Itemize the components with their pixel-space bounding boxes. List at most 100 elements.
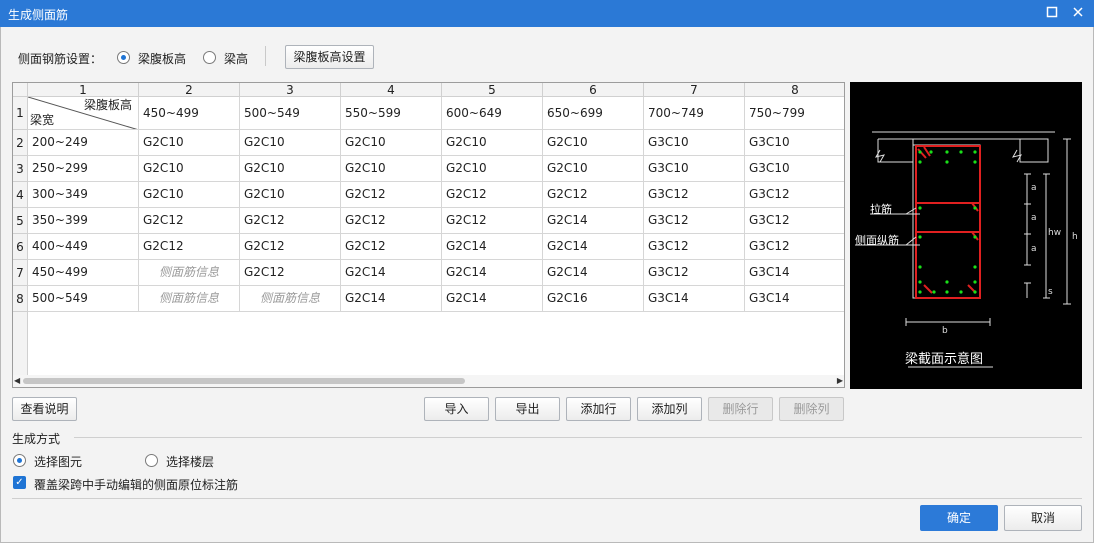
rebar-cell[interactable]: G2C10: [341, 156, 442, 182]
col-number[interactable]: 2: [139, 83, 240, 97]
rebar-cell-placeholder[interactable]: 侧面筋信息: [139, 286, 240, 312]
rebar-cell-placeholder[interactable]: 侧面筋信息: [240, 286, 341, 312]
rebar-cell[interactable]: G2C14: [543, 234, 644, 260]
rebar-cell[interactable]: G3C14: [745, 260, 844, 286]
rebar-cell[interactable]: G3C10: [745, 156, 844, 182]
row-number[interactable]: 8: [13, 286, 28, 312]
col-number[interactable]: 7: [644, 83, 745, 97]
override-checkbox-label[interactable]: 覆盖梁跨中手动编辑的侧面原位标注筋: [34, 476, 238, 493]
rebar-cell[interactable]: G3C10: [644, 130, 745, 156]
rebar-cell[interactable]: G2C12: [240, 260, 341, 286]
web-height-settings-button[interactable]: 梁腹板高设置: [285, 45, 374, 69]
row-number[interactable]: 6: [13, 234, 28, 260]
rebar-table[interactable]: 1 2 3 4 5 6 7 8 1 2 3 4 5 6 7 8 梁腹板高 梁宽 …: [12, 82, 845, 388]
corner-header-cell[interactable]: 梁腹板高 梁宽: [28, 97, 139, 130]
delete-row-button[interactable]: 删除行: [708, 397, 773, 421]
help-button[interactable]: 查看说明: [12, 397, 77, 421]
rebar-cell[interactable]: G2C10: [442, 156, 543, 182]
cancel-button[interactable]: 取消: [1004, 505, 1082, 531]
width-cell[interactable]: 400~449: [28, 234, 139, 260]
rebar-cell[interactable]: G2C10: [240, 156, 341, 182]
col-number[interactable]: 3: [240, 83, 341, 97]
scroll-right-icon[interactable]: ▶: [837, 376, 843, 385]
rebar-cell[interactable]: G2C10: [442, 130, 543, 156]
header-cell[interactable]: 500~549: [240, 97, 341, 130]
rebar-cell[interactable]: G2C14: [442, 234, 543, 260]
radio-beam-height[interactable]: [203, 51, 216, 64]
rebar-cell[interactable]: G2C16: [543, 286, 644, 312]
row-number[interactable]: 7: [13, 260, 28, 286]
col-number[interactable]: 1: [28, 83, 139, 97]
col-number[interactable]: 4: [341, 83, 442, 97]
rebar-cell[interactable]: G2C10: [139, 182, 240, 208]
width-cell[interactable]: 250~299: [28, 156, 139, 182]
rebar-cell[interactable]: G2C12: [442, 208, 543, 234]
radio-select-floor[interactable]: [145, 454, 158, 467]
width-cell[interactable]: 350~399: [28, 208, 139, 234]
rebar-cell[interactable]: G2C14: [543, 208, 644, 234]
width-cell[interactable]: 200~249: [28, 130, 139, 156]
header-cell[interactable]: 550~599: [341, 97, 442, 130]
row-number[interactable]: 5: [13, 208, 28, 234]
rebar-cell[interactable]: G3C14: [644, 286, 745, 312]
rebar-cell[interactable]: G2C14: [341, 286, 442, 312]
radio-web-height[interactable]: [117, 51, 130, 64]
horizontal-scrollbar[interactable]: ◀ ▶: [13, 375, 844, 387]
delete-column-button[interactable]: 删除列: [779, 397, 844, 421]
ok-button[interactable]: 确定: [920, 505, 998, 531]
row-number[interactable]: 1: [13, 97, 28, 130]
rebar-cell[interactable]: G3C12: [644, 182, 745, 208]
rebar-cell[interactable]: G3C10: [644, 156, 745, 182]
header-cell[interactable]: 700~749: [644, 97, 745, 130]
rebar-cell[interactable]: G2C14: [341, 260, 442, 286]
close-icon[interactable]: [1071, 6, 1085, 20]
radio-select-element-label[interactable]: 选择图元: [34, 453, 82, 470]
width-cell[interactable]: 500~549: [28, 286, 139, 312]
col-number[interactable]: 5: [442, 83, 543, 97]
rebar-cell[interactable]: G2C10: [341, 130, 442, 156]
rebar-cell[interactable]: G2C14: [543, 260, 644, 286]
rebar-cell[interactable]: G3C12: [644, 260, 745, 286]
add-row-button[interactable]: 添加行: [566, 397, 631, 421]
maximize-icon[interactable]: [1045, 6, 1059, 20]
rebar-cell[interactable]: G2C14: [442, 260, 543, 286]
rebar-cell[interactable]: G3C10: [745, 130, 844, 156]
header-cell[interactable]: 450~499: [139, 97, 240, 130]
add-column-button[interactable]: 添加列: [637, 397, 702, 421]
width-cell[interactable]: 300~349: [28, 182, 139, 208]
row-number[interactable]: 4: [13, 182, 28, 208]
rebar-cell[interactable]: G3C12: [644, 234, 745, 260]
rebar-cell[interactable]: G2C12: [139, 234, 240, 260]
header-cell[interactable]: 600~649: [442, 97, 543, 130]
rebar-cell[interactable]: G2C12: [139, 208, 240, 234]
rebar-cell[interactable]: G2C10: [139, 156, 240, 182]
rebar-cell[interactable]: G2C12: [341, 208, 442, 234]
rebar-cell[interactable]: G2C12: [341, 234, 442, 260]
override-checkbox[interactable]: ✓: [13, 476, 26, 489]
rebar-cell[interactable]: G3C12: [644, 208, 745, 234]
scroll-thumb[interactable]: [23, 378, 465, 384]
radio-beam-height-label[interactable]: 梁高: [224, 50, 248, 67]
header-cell[interactable]: 650~699: [543, 97, 644, 130]
radio-select-floor-label[interactable]: 选择楼层: [166, 453, 214, 470]
col-number[interactable]: 8: [745, 83, 844, 97]
rebar-cell-placeholder[interactable]: 侧面筋信息: [139, 260, 240, 286]
col-number[interactable]: 6: [543, 83, 644, 97]
rebar-cell[interactable]: G2C12: [240, 208, 341, 234]
rebar-cell[interactable]: G2C10: [240, 182, 341, 208]
rebar-cell[interactable]: G3C12: [745, 234, 844, 260]
rebar-cell[interactable]: G2C12: [240, 234, 341, 260]
rebar-cell[interactable]: G2C10: [543, 156, 644, 182]
width-cell[interactable]: 450~499: [28, 260, 139, 286]
rebar-cell[interactable]: G3C12: [745, 208, 844, 234]
rebar-cell[interactable]: G2C12: [543, 182, 644, 208]
export-button[interactable]: 导出: [495, 397, 560, 421]
row-number[interactable]: 2: [13, 130, 28, 156]
radio-select-element[interactable]: [13, 454, 26, 467]
rebar-cell[interactable]: G3C14: [745, 286, 844, 312]
rebar-cell[interactable]: G2C12: [341, 182, 442, 208]
row-number[interactable]: 3: [13, 156, 28, 182]
rebar-cell[interactable]: G2C10: [543, 130, 644, 156]
rebar-cell[interactable]: G3C12: [745, 182, 844, 208]
radio-web-height-label[interactable]: 梁腹板高: [138, 50, 186, 67]
